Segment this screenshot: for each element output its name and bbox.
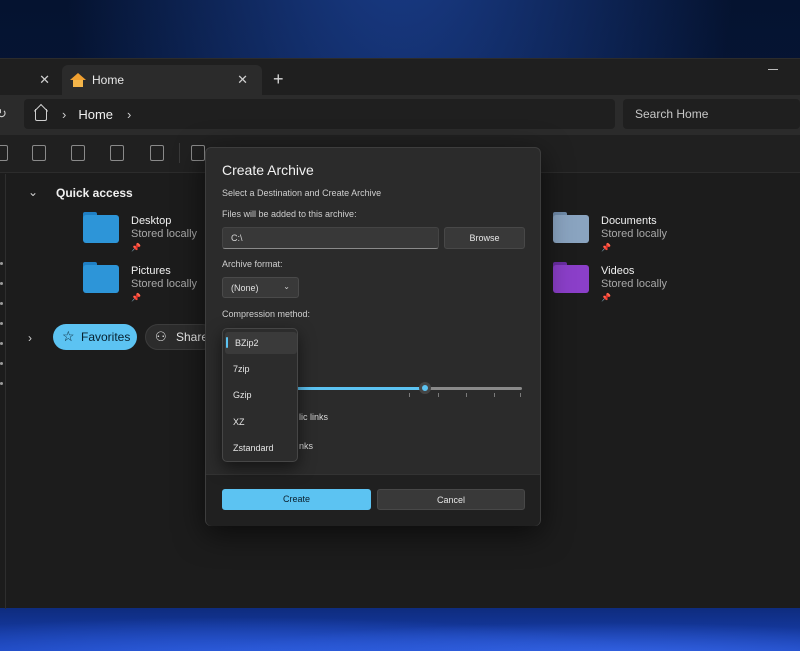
option-label: XZ [233,417,245,427]
quick-access-item-pictures[interactable]: Pictures Stored locally 📌 [83,262,198,304]
pin-icon: 📌 [601,243,611,252]
create-button[interactable]: Create [222,489,371,510]
archive-format-dropdown[interactable]: (None) ⌄ [222,277,299,298]
nav-item-icon[interactable] [0,382,3,385]
item-name: Desktop [131,215,172,227]
item-name: Videos [601,265,635,277]
dialog-title: Create Archive [222,162,314,178]
nav-item-icon[interactable] [0,362,3,365]
sort-icon[interactable] [191,145,205,161]
title-bar: ✕ Home ✕ + [0,59,800,95]
favorites-filter-button[interactable]: ☆ Favorites [53,324,137,350]
rename-icon[interactable] [71,145,85,161]
search-input[interactable]: Search Home [623,99,800,129]
minimize-button[interactable] [768,69,778,70]
compression-method-label: Compression method: [222,309,311,319]
pin-icon: 📌 [131,243,141,252]
nav-item-icon[interactable] [0,322,3,325]
desktop-folder-icon [83,212,119,243]
slider-tick [466,393,467,397]
quick-access-heading: Quick access [56,186,133,200]
option-label: BZip2 [235,338,259,348]
symbolic-links-label[interactable]: lic links [299,412,328,422]
item-name: Pictures [131,265,171,277]
close-tab-icon[interactable]: ✕ [39,72,50,88]
new-tab-icon[interactable]: + [273,69,284,90]
compression-option-7zip[interactable]: 7zip [223,358,299,380]
create-archive-dialog: Create Archive Select a Destination and … [205,147,541,526]
share-icon[interactable] [110,145,124,161]
compression-option-bzip2[interactable]: BZip2 [225,332,297,354]
cancel-button[interactable]: Cancel [377,489,525,510]
archive-format-value: (None) [231,283,259,293]
chevron-right-icon[interactable]: › [127,107,131,122]
home-outline-icon[interactable] [33,103,49,121]
compression-option-gzip[interactable]: Gzip [223,384,299,406]
chevron-right-icon[interactable]: › [62,107,66,122]
cut-icon[interactable] [0,145,8,161]
item-status: Stored locally [131,278,198,290]
pin-icon: 📌 [601,293,611,302]
people-icon: ⚇ [155,329,167,344]
nav-item-icon[interactable] [0,342,3,345]
chevron-down-icon[interactable]: ⌄ [28,185,38,199]
address-bar[interactable]: › Home › [24,99,615,129]
slider-tick [494,393,495,397]
favorites-label: Favorites [81,330,131,344]
compression-option-zstandard[interactable]: Zstandard [223,437,299,459]
star-icon: ☆ [62,328,75,344]
browse-button[interactable]: Browse [444,227,525,249]
compression-level-fill [296,387,425,390]
option-label: 7zip [233,364,250,374]
tab-previous[interactable]: ✕ [0,65,62,95]
nav-item-icon[interactable] [0,262,3,265]
wallpaper-bloom [0,605,800,651]
tab-label: Home [92,73,125,87]
slider-tick [409,393,410,397]
hard-links-label[interactable]: nks [299,441,313,451]
files-label: Files will be added to this archive: [222,209,357,219]
navigation-pane[interactable] [0,174,6,609]
command-separator [179,143,180,163]
pictures-folder-icon [83,262,119,293]
archive-format-label: Archive format: [222,259,283,269]
compression-method-dropdown-menu[interactable]: BZip2 7zip Gzip XZ Zstandard [222,328,298,462]
paste-icon[interactable] [32,145,46,161]
chevron-down-icon: ⌄ [283,282,290,291]
selection-indicator [226,337,228,348]
close-tab-icon[interactable]: ✕ [237,72,248,88]
slider-tick [438,393,439,397]
item-status: Stored locally [601,228,668,240]
option-label: Gzip [233,390,252,400]
documents-folder-icon [553,212,589,243]
chevron-right-icon[interactable]: › [28,331,32,345]
breadcrumb[interactable]: Home [78,107,113,122]
home-icon [70,73,86,87]
compression-option-xz[interactable]: XZ [223,411,299,433]
tab-home[interactable]: Home ✕ [62,65,262,95]
compression-level-slider[interactable] [418,382,431,394]
item-name: Documents [601,215,657,227]
nav-item-icon[interactable] [0,282,3,285]
dialog-subtitle: Select a Destination and Create Archive [222,188,382,198]
slider-tick [520,393,521,397]
destination-path-input[interactable]: C:\ [222,227,439,249]
refresh-icon[interactable]: ↻ [0,106,7,122]
pin-icon: 📌 [131,293,141,302]
item-status: Stored locally [601,278,668,290]
quick-access-item-documents[interactable]: Documents Stored locally 📌 [553,212,668,254]
delete-icon[interactable] [150,145,164,161]
item-status: Stored locally [131,228,198,240]
nav-item-icon[interactable] [0,302,3,305]
option-label: Zstandard [233,443,274,453]
quick-access-item-videos[interactable]: Videos Stored locally 📌 [553,262,668,304]
videos-folder-icon [553,262,589,293]
quick-access-item-desktop[interactable]: Desktop Stored locally 📌 [83,212,198,254]
